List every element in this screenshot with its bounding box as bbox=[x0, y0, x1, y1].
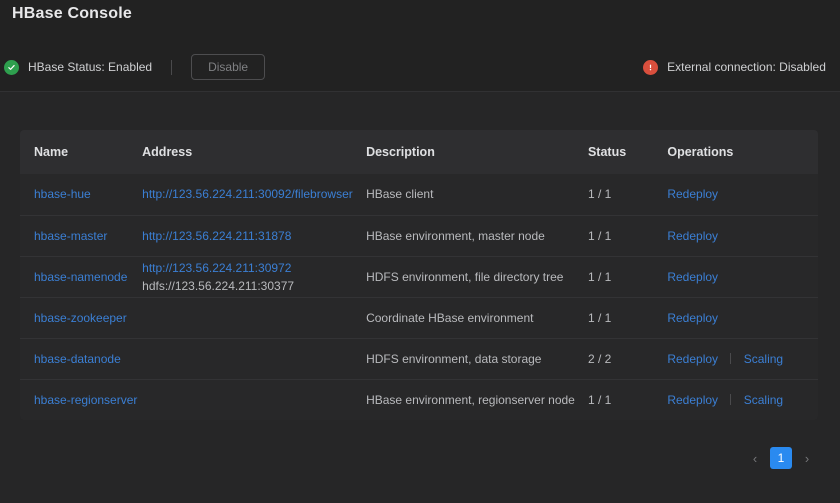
hbase-console-page: HBase Console HBase Status: Enabled Disa… bbox=[0, 0, 840, 503]
table-row: hbase-namenode http://123.56.224.211:309… bbox=[20, 255, 818, 297]
check-circle-icon bbox=[4, 59, 19, 75]
service-description: HDFS environment, file directory tree bbox=[366, 269, 564, 284]
column-header-name: Name bbox=[20, 130, 143, 174]
redeploy-link[interactable]: Redeploy bbox=[667, 352, 718, 366]
pagination: ‹ 1 › bbox=[744, 447, 818, 469]
service-status: 1 / 1 bbox=[587, 269, 612, 284]
table-row: hbase-regionserver HBase environment, re… bbox=[20, 378, 818, 420]
service-name-link[interactable]: hbase-regionserver bbox=[34, 393, 137, 407]
column-header-address: Address bbox=[142, 130, 367, 174]
disable-hbase-button[interactable]: Disable bbox=[191, 54, 266, 80]
table-header: Name Address Description Status Operatio… bbox=[20, 130, 818, 174]
service-address-link[interactable]: http://123.56.224.211:31878 bbox=[142, 229, 291, 243]
pagination-prev-icon[interactable]: ‹ bbox=[744, 447, 766, 469]
service-description: Coordinate HBase environment bbox=[366, 310, 534, 325]
table-row: hbase-zookeeper Coordinate HBase environ… bbox=[20, 296, 818, 338]
scaling-link[interactable]: Scaling bbox=[744, 393, 783, 407]
alert-circle-icon bbox=[643, 59, 659, 75]
redeploy-link[interactable]: Redeploy bbox=[667, 311, 718, 325]
hbase-status-group: HBase Status: Enabled Disable bbox=[4, 54, 266, 80]
service-name-link[interactable]: hbase-hue bbox=[34, 187, 91, 201]
table-row: hbase-hue http://123.56.224.211:30092/fi… bbox=[20, 174, 818, 215]
service-status: 1 / 1 bbox=[587, 228, 612, 243]
redeploy-link[interactable]: Redeploy bbox=[667, 187, 718, 201]
external-connection-group: External connection: Disabled Enable bbox=[643, 54, 840, 80]
service-status: 1 / 1 bbox=[587, 310, 612, 325]
service-name-link[interactable]: hbase-master bbox=[34, 229, 107, 243]
pagination-page-1[interactable]: 1 bbox=[770, 447, 792, 469]
service-name-link[interactable]: hbase-zookeeper bbox=[34, 311, 127, 325]
column-header-status: Status bbox=[587, 130, 668, 174]
services-table-card: Name Address Description Status Operatio… bbox=[20, 130, 818, 420]
service-status: 1 / 1 bbox=[587, 187, 612, 202]
service-status: 2 / 2 bbox=[587, 351, 612, 366]
redeploy-link[interactable]: Redeploy bbox=[667, 229, 718, 243]
service-description: HBase environment, master node bbox=[366, 228, 545, 243]
service-address-secondary: hdfs://123.56.224.211:30377 bbox=[142, 278, 295, 293]
service-description: HBase client bbox=[366, 187, 434, 202]
service-name-link[interactable]: hbase-namenode bbox=[34, 270, 127, 284]
hbase-status-label: HBase Status: Enabled bbox=[28, 60, 153, 74]
column-header-operations: Operations bbox=[667, 130, 818, 174]
column-header-description: Description bbox=[366, 130, 588, 174]
table-header-row: Name Address Description Status Operatio… bbox=[20, 130, 818, 174]
status-bar: HBase Status: Enabled Disable External c… bbox=[0, 44, 840, 90]
table-body: hbase-hue http://123.56.224.211:30092/fi… bbox=[20, 174, 818, 420]
services-table: Name Address Description Status Operatio… bbox=[20, 130, 818, 420]
service-description: HDFS environment, data storage bbox=[366, 351, 542, 366]
service-address-link[interactable]: http://123.56.224.211:30972 bbox=[142, 261, 291, 275]
status-divider bbox=[171, 59, 173, 75]
table-row: hbase-datanode HDFS environment, data st… bbox=[20, 337, 818, 379]
service-name-link[interactable]: hbase-datanode bbox=[34, 352, 121, 366]
pagination-next-icon[interactable]: › bbox=[796, 447, 818, 469]
operations-divider bbox=[730, 352, 732, 364]
external-connection-label: External connection: Disabled bbox=[667, 60, 826, 74]
service-address-link[interactable]: http://123.56.224.211:30092/filebrowser bbox=[142, 187, 353, 201]
table-row: hbase-master http://123.56.224.211:31878… bbox=[20, 214, 818, 256]
page-title: HBase Console bbox=[12, 5, 132, 22]
redeploy-link[interactable]: Redeploy bbox=[667, 270, 718, 284]
service-status: 1 / 1 bbox=[587, 392, 612, 407]
service-description: HBase environment, regionserver node bbox=[366, 392, 575, 407]
redeploy-link[interactable]: Redeploy bbox=[667, 393, 718, 407]
operations-divider bbox=[730, 393, 732, 405]
scaling-link[interactable]: Scaling bbox=[744, 352, 783, 366]
content-area: Name Address Description Status Operatio… bbox=[0, 92, 840, 503]
